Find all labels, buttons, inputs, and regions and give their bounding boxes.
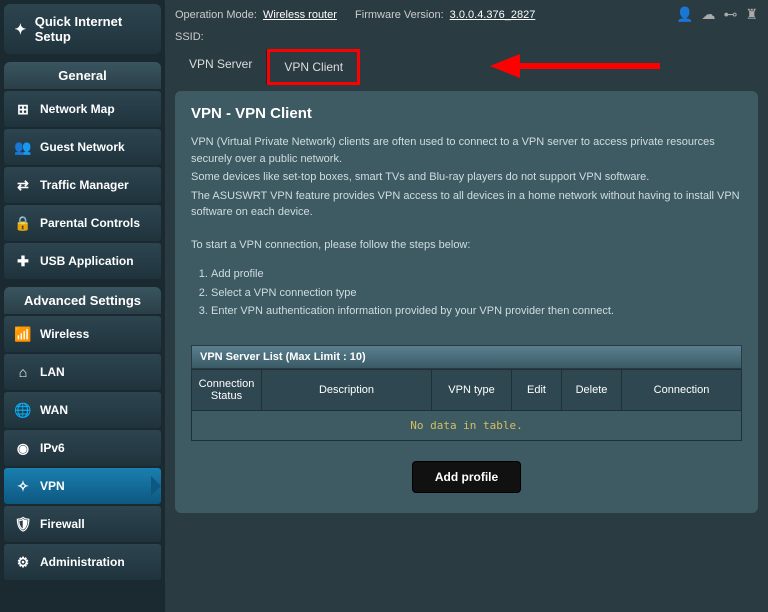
ssid-label: SSID: xyxy=(175,31,204,43)
col-connection: Connection xyxy=(622,370,742,411)
sidebar-item-wireless[interactable]: 📶Wireless xyxy=(4,316,161,352)
col-delete: Delete xyxy=(562,370,622,411)
tab-vpn-server[interactable]: VPN Server xyxy=(175,49,267,85)
ssid-row: SSID: xyxy=(175,29,758,49)
sidebar-item-parental-controls[interactable]: 🔒Parental Controls xyxy=(4,205,161,241)
sidebar-item-guest-network[interactable]: 👥Guest Network xyxy=(4,129,161,165)
sidebar-item-lan[interactable]: ⌂LAN xyxy=(4,354,161,390)
topbar: Operation Mode: Wireless router Firmware… xyxy=(175,0,758,29)
bell-icon[interactable]: ♜ xyxy=(745,6,758,23)
wifi-icon: 📶 xyxy=(14,325,32,343)
table-empty: No data in table. xyxy=(192,411,742,441)
vpn-icon: ✧ xyxy=(14,477,32,495)
ipv6-icon: ◉ xyxy=(14,439,32,457)
tab-vpn-client[interactable]: VPN Client xyxy=(267,49,360,85)
description: VPN (Virtual Private Network) clients ar… xyxy=(191,134,742,253)
sidebar-item-vpn[interactable]: ✧VPN xyxy=(4,468,161,504)
client-icon[interactable]: 👤 xyxy=(676,6,693,23)
usb-icon[interactable]: ⊷ xyxy=(723,6,737,23)
annotation-arrow-icon xyxy=(490,51,660,81)
home-icon: ⌂ xyxy=(14,363,32,381)
fw-label: Firmware Version: xyxy=(355,9,444,21)
section-advanced: Advanced Settings xyxy=(4,287,161,314)
sidebar-item-traffic-manager[interactable]: ⇄Traffic Manager xyxy=(4,167,161,203)
qis-label: Quick Internet Setup xyxy=(35,14,153,44)
network-icon: ⊞ xyxy=(14,100,32,118)
cloud-icon[interactable]: ☁ xyxy=(701,6,715,23)
sidebar: ✦ Quick Internet Setup General ⊞Network … xyxy=(0,0,165,612)
gear-icon: ⚙ xyxy=(14,553,32,571)
add-profile-button[interactable]: Add profile xyxy=(412,461,521,493)
op-mode-value[interactable]: Wireless router xyxy=(263,9,337,21)
sidebar-item-firewall[interactable]: 🛡Firewall xyxy=(4,506,161,542)
sidebar-item-ipv6[interactable]: ◉IPv6 xyxy=(4,430,161,466)
sidebar-item-usb-application[interactable]: ✚USB Application xyxy=(4,243,161,279)
col-connection-status: Connection Status xyxy=(192,370,262,411)
vpn-server-list-table: Connection Status Description VPN type E… xyxy=(191,369,742,441)
table-title: VPN Server List (Max Limit : 10) xyxy=(191,345,742,369)
shield-icon: 🛡 xyxy=(14,515,32,533)
wand-icon: ✦ xyxy=(12,20,29,38)
col-vpn-type: VPN type xyxy=(432,370,512,411)
section-general: General xyxy=(4,62,161,89)
lock-icon: 🔒 xyxy=(14,214,32,232)
main-content: Operation Mode: Wireless router Firmware… xyxy=(165,0,768,612)
tabs: VPN Server VPN Client xyxy=(175,49,758,85)
guest-icon: 👥 xyxy=(14,138,32,156)
quick-internet-setup[interactable]: ✦ Quick Internet Setup xyxy=(4,4,161,54)
col-description: Description xyxy=(262,370,432,411)
page-title: VPN - VPN Client xyxy=(191,105,742,122)
steps-list: Add profile Select a VPN connection type… xyxy=(211,265,742,321)
col-edit: Edit xyxy=(512,370,562,411)
sidebar-item-wan[interactable]: 🌐WAN xyxy=(4,392,161,428)
sidebar-item-administration[interactable]: ⚙Administration xyxy=(4,544,161,580)
op-mode-label: Operation Mode: xyxy=(175,9,257,21)
fw-value[interactable]: 3.0.0.4.376_2827 xyxy=(450,9,536,21)
top-icons: 👤 ☁ ⊷ ♜ xyxy=(676,6,758,23)
sidebar-item-network-map[interactable]: ⊞Network Map xyxy=(4,91,161,127)
content-panel: VPN - VPN Client VPN (Virtual Private Ne… xyxy=(175,91,758,513)
puzzle-icon: ✚ xyxy=(14,252,32,270)
traffic-icon: ⇄ xyxy=(14,176,32,194)
globe-icon: 🌐 xyxy=(14,401,32,419)
